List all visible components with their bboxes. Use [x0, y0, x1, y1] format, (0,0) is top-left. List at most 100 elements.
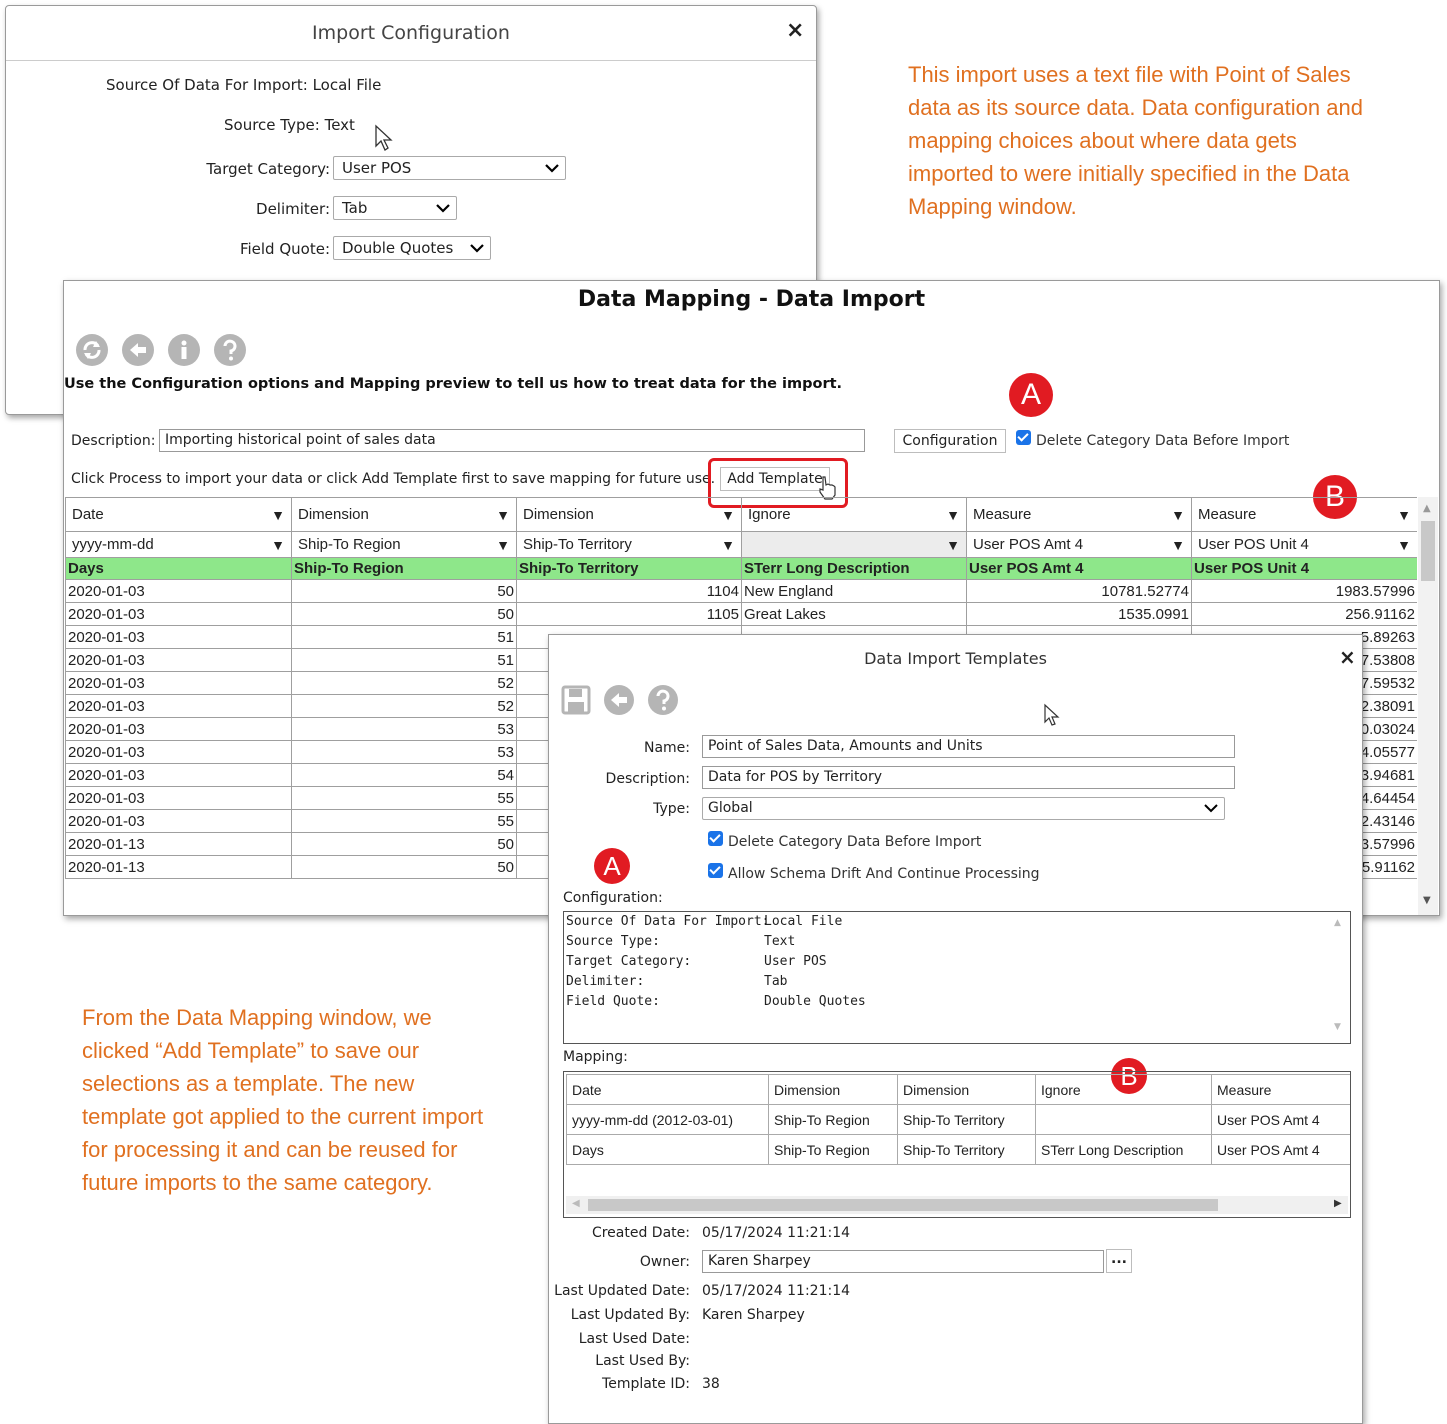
column-format-select[interactable]: ▼ [741, 531, 967, 558]
template-mapping-table: Date Dimension Dimension Ignore Measure yyyy-… [566, 1074, 1350, 1165]
delete-category-checkbox[interactable] [1016, 430, 1031, 445]
dropdown-triangle-icon: ▼ [271, 506, 285, 523]
target-category-label: Target Category: [206, 160, 330, 178]
table-cell: 2020-01-03 [65, 602, 292, 626]
configuration-button[interactable]: Configuration [894, 429, 1006, 453]
mapping-cell [1035, 1104, 1212, 1135]
column-type-select[interactable]: Measure ▼ [966, 497, 1192, 532]
field-quote-select[interactable]: Double Quotes [333, 236, 491, 260]
column-format-select[interactable]: yyyy-mm-dd ▼ [65, 531, 292, 558]
close-icon[interactable]: × [786, 18, 804, 43]
template-delete-category-checkbox[interactable] [708, 831, 723, 846]
schema-drift-label: Allow Schema Drift And Continue Processi… [728, 866, 1040, 882]
column-type-select[interactable]: Measure ▼ [1191, 497, 1417, 532]
config-value: Local File [764, 914, 843, 929]
table-cell: 50 [291, 855, 517, 879]
dropdown-triangle-icon: ▼ [721, 506, 735, 523]
source-type-value: Text [324, 116, 355, 134]
last-updated-by-label: Last Updated By: [570, 1307, 690, 1323]
configuration-box: Source Of Data For Import: Local File Sour… [563, 911, 1351, 1044]
config-value: Double Quotes [764, 994, 866, 1009]
back-icon[interactable] [122, 334, 154, 366]
mapping-row: yyyy-mm-dd (2012-03-01) Ship-To Region Shi… [566, 1104, 1350, 1135]
column-type-select[interactable]: Ignore ▼ [741, 497, 967, 532]
info-icon[interactable] [168, 334, 200, 366]
column-format-row: yyyy-mm-dd ▼ Ship-To Region ▼ Ship-To Territ… [65, 531, 1417, 558]
field-quote-label: Field Quote: [239, 240, 330, 258]
column-format-select[interactable]: User POS Unit 4 ▼ [1191, 531, 1417, 558]
mapping-cell: Days [566, 1134, 769, 1165]
scroll-left-arrow[interactable]: ◀ [572, 1198, 580, 1209]
owner-picker-button[interactable]: ... [1106, 1249, 1132, 1273]
callout-badge-a: A [594, 848, 630, 884]
save-icon[interactable] [561, 685, 593, 715]
table-cell: 54 [291, 763, 517, 787]
close-icon[interactable]: × [1339, 645, 1356, 669]
delimiter-select[interactable]: Tab [333, 196, 457, 220]
help-icon[interactable] [214, 334, 246, 366]
owner-input[interactable]: Karen Sharpey [702, 1250, 1104, 1273]
schema-drift-checkbox[interactable] [708, 863, 723, 878]
dropdown-triangle-icon: ▼ [1397, 536, 1411, 553]
table-cell: 1983.57996 [1191, 579, 1417, 603]
mapping-cell: User POS Amt 4 [1211, 1104, 1350, 1135]
table-cell: Great Lakes [741, 602, 967, 626]
type-select[interactable]: Global [702, 797, 1225, 820]
back-icon[interactable] [604, 685, 634, 715]
help-icon[interactable] [648, 685, 678, 715]
table-cell: 53 [291, 717, 517, 741]
note-bottom-left: From the Data Mapping window, we clicked… [82, 1005, 484, 1195]
mapping-cell: STerr Long Description [1035, 1134, 1212, 1165]
description-input[interactable]: Importing historical point of sales data [159, 429, 865, 452]
dropdown-triangle-icon: ▼ [271, 536, 285, 553]
source-type-label: Source Type: [224, 116, 320, 134]
table-cell: 1104 [516, 579, 742, 603]
refresh-icon[interactable] [76, 334, 108, 366]
owner-label: Owner: [639, 1254, 690, 1270]
name-label: Name: [643, 740, 690, 756]
column-format-select[interactable]: Ship-To Region ▼ [291, 531, 517, 558]
source-of-data-row: Source Of Data For Import: Local File [106, 76, 381, 94]
description-label: Description: [71, 433, 156, 449]
source-of-data-value: Local File [312, 76, 382, 94]
column-type-row: Date ▼ Dimension ▼ Dimension ▼ Ignore ▼ Measure ▼… [65, 497, 1417, 532]
column-type-select[interactable]: Dimension ▼ [291, 497, 517, 532]
data-import-templates-window: Data Import Templates × Name: Point of S… [548, 634, 1363, 1424]
config-scroll-down[interactable]: ▼ [1334, 1022, 1341, 1032]
name-input[interactable]: Point of Sales Data, Amounts and Units [702, 735, 1235, 758]
column-type-label: Dimension [298, 506, 369, 523]
target-category-select[interactable]: User POS [333, 156, 566, 180]
mapping-cell: Date [566, 1074, 769, 1105]
scroll-thumb[interactable] [1421, 521, 1435, 581]
column-type-select[interactable]: Dimension ▼ [516, 497, 742, 532]
config-key: Target Category: [566, 954, 692, 969]
last-updated-date-value: 05/17/2024 11:21:14 [702, 1283, 851, 1299]
mapping-cell: Ship-To Region [768, 1134, 898, 1165]
callout-badge-a: A [1009, 373, 1053, 417]
scroll-down-arrow[interactable]: ▼ [1423, 895, 1431, 906]
table-cell: 50 [291, 832, 517, 856]
templates-title: Data Import Templates [864, 649, 1047, 668]
template-description-input[interactable]: Data for POS by Territory [702, 766, 1235, 789]
scroll-up-arrow[interactable]: ▲ [1423, 503, 1431, 514]
table-cell: 50 [291, 602, 517, 626]
column-type-label: Date [72, 506, 104, 523]
config-scroll-up[interactable]: ▲ [1334, 918, 1341, 928]
column-format-select[interactable]: User POS Amt 4 ▼ [966, 531, 1192, 558]
horizontal-scrollbar[interactable]: ◀ ▶ [566, 1196, 1348, 1214]
vertical-scrollbar[interactable]: ▲ ▼ [1418, 497, 1438, 915]
delimiter-value: Tab [342, 199, 368, 217]
dropdown-triangle-icon: ▼ [721, 536, 735, 553]
template-id-label: Template ID: [602, 1376, 690, 1392]
target-category-value: User POS [342, 159, 412, 177]
table-cell: 2020-01-13 [65, 832, 292, 856]
scroll-right-arrow[interactable]: ▶ [1334, 1198, 1342, 1209]
column-format-select[interactable]: Ship-To Territory ▼ [516, 531, 742, 558]
dropdown-triangle-icon: ▼ [1171, 536, 1185, 553]
column-format-label: Ship-To Territory [523, 536, 632, 553]
hscroll-thumb[interactable] [588, 1199, 1218, 1211]
template-delete-category-label: Delete Category Data Before Import [728, 834, 982, 850]
column-type-select[interactable]: Date ▼ [65, 497, 292, 532]
last-updated-by-value: Karen Sharpey [702, 1307, 805, 1323]
note-top-right: This import uses a text file with Point … [908, 62, 1363, 219]
